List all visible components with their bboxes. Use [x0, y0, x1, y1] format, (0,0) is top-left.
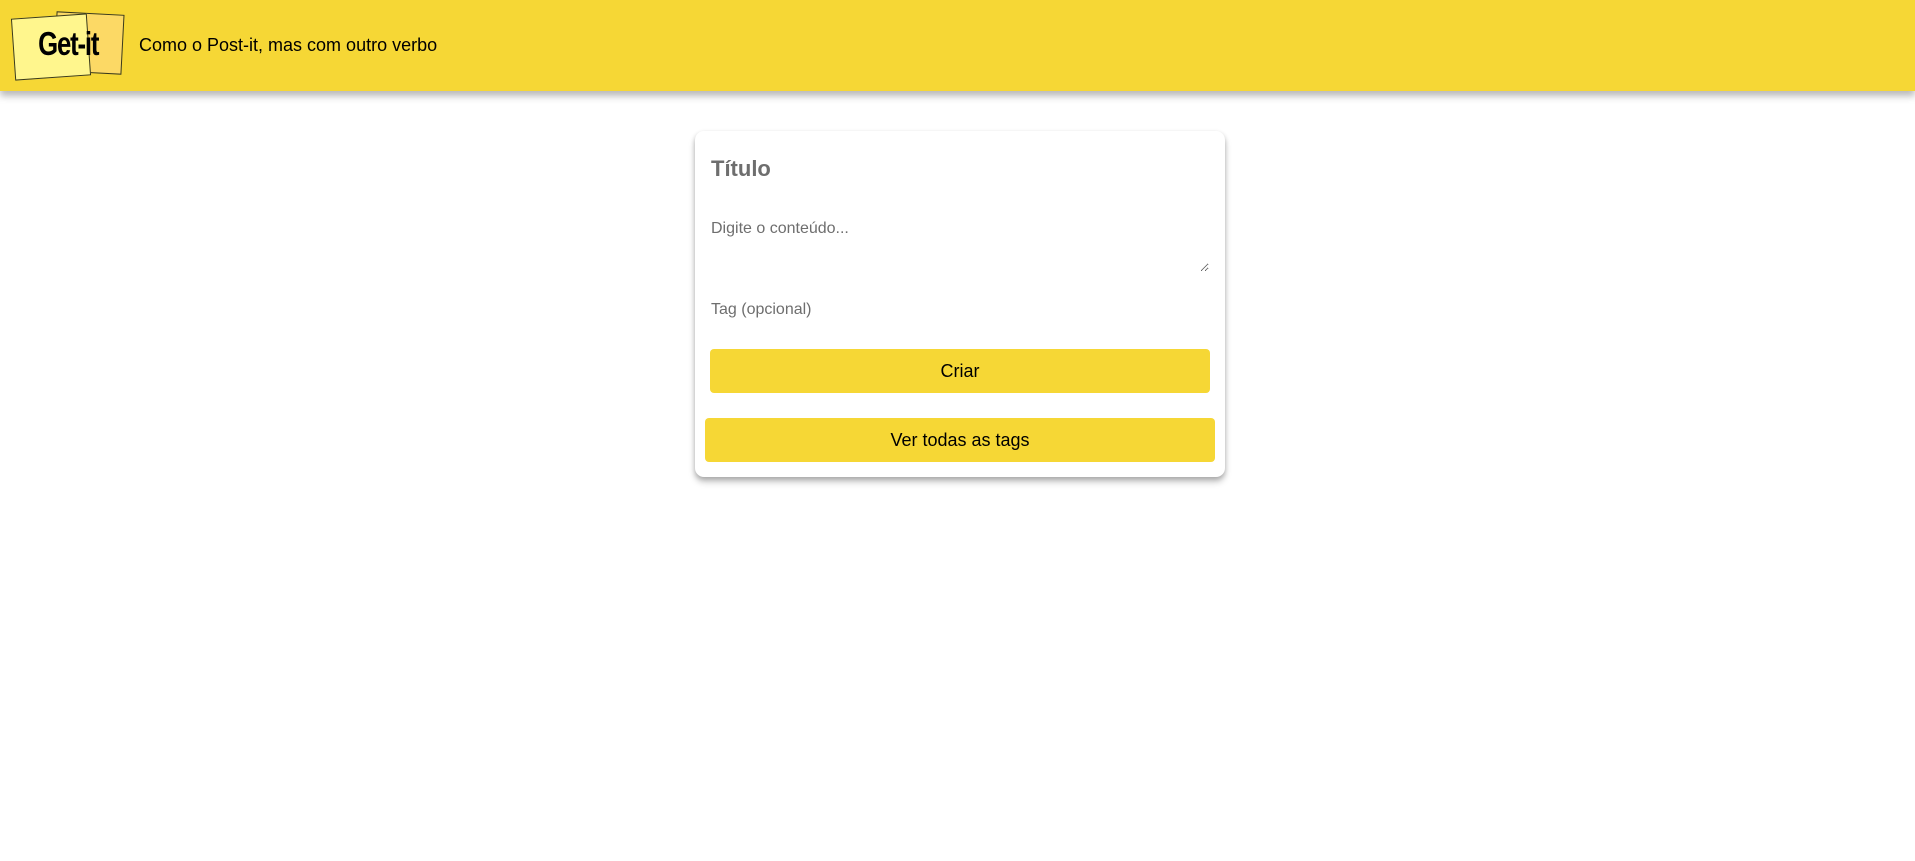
- new-note-form: Criar Ver todas as tags: [695, 131, 1225, 477]
- tagline: Como o Post-it, mas com outro verbo: [139, 35, 438, 55]
- title-input[interactable]: [709, 153, 1213, 185]
- tag-input[interactable]: [709, 297, 1213, 323]
- get-it-logo[interactable]: Get-it: [10, 10, 129, 82]
- content-textarea[interactable]: [709, 218, 1209, 272]
- view-all-tags-button[interactable]: Ver todas as tags: [705, 418, 1215, 462]
- logo-text: Get-it: [38, 25, 99, 62]
- top-bar: Get-it Como o Post-it, mas com outro ver…: [0, 0, 1915, 91]
- create-button[interactable]: Criar: [710, 349, 1210, 393]
